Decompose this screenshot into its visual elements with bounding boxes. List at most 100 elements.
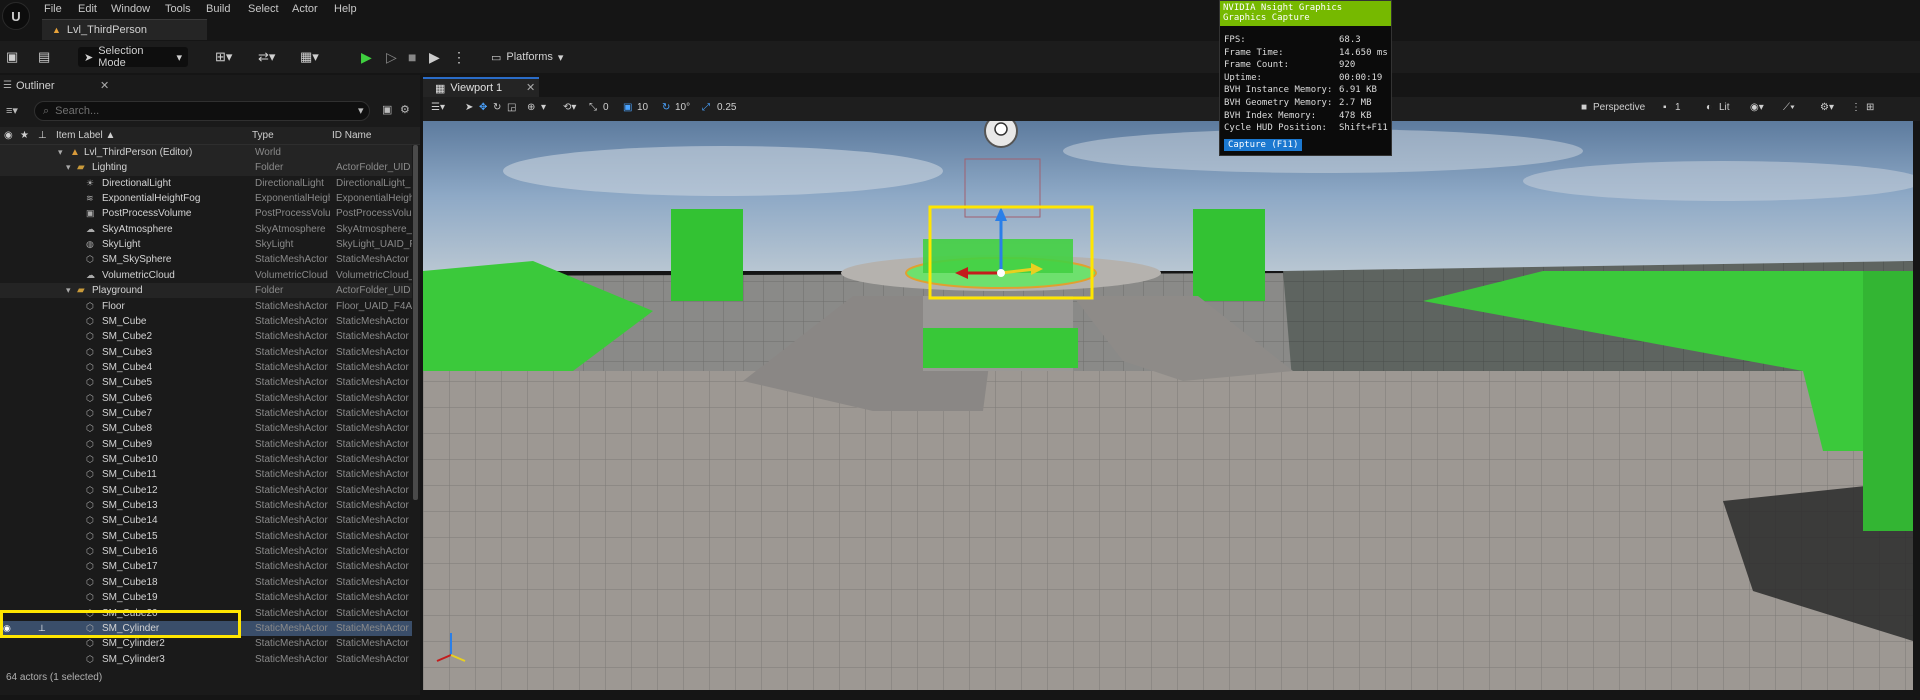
menu-help[interactable]: Help [334, 3, 357, 15]
pin-icon[interactable]: ⊥ [38, 130, 47, 141]
table-row[interactable]: ⬡ SM_Cube6 StaticMeshActor StaticMeshActor [0, 391, 412, 406]
scale-snap-icon[interactable]: ⤢ [702, 102, 710, 113]
table-row[interactable]: ☁ VolumetricCloud VolumetricCloud Volumetri… [0, 268, 412, 283]
table-row[interactable]: ☀ DirectionalLight DirectionalLight Directi… [0, 176, 412, 191]
outliner-world-row[interactable]: ▾ ▲ Lvl_ThirdPerson (Editor) World [0, 145, 412, 161]
table-row[interactable]: ⬡ SM_Cylinder3 StaticMeshActor StaticMeshAc… [0, 652, 412, 665]
menu-window[interactable]: Window [111, 3, 150, 15]
scale-snap-value[interactable]: 0.25 [717, 102, 736, 113]
column-item-label[interactable]: Item Label ▲ [56, 130, 115, 141]
gizmo-center[interactable] [997, 269, 1005, 277]
unreal-logo-icon[interactable]: U [2, 2, 30, 30]
outliner-folder-row[interactable]: ▾ ▰ Lighting Folder ActorFolder_UID [0, 160, 412, 176]
star-icon[interactable]: ★ [20, 130, 29, 141]
table-row[interactable]: ⬡ SM_Cube14 StaticMeshActor StaticMeshActor [0, 513, 412, 528]
blueprint-icon[interactable]: ⇄▾ [258, 49, 275, 65]
menu-build[interactable]: Build [206, 3, 230, 15]
play-icon[interactable]: ▶ [361, 49, 372, 66]
content-browser-icon[interactable]: ▤ [38, 49, 50, 65]
step-icon[interactable]: ▷ [386, 49, 397, 66]
chevron-down-icon[interactable]: ▾ [358, 104, 364, 117]
close-icon[interactable]: ✕ [100, 79, 109, 92]
table-row[interactable]: ⬡ SM_Cube11 StaticMeshActor StaticMeshActor [0, 467, 412, 482]
outliner-folder-row[interactable]: ▾ ▰ Playground Folder ActorFolder_UID [0, 283, 412, 299]
table-row[interactable]: ⬡ SM_Cube StaticMeshActor StaticMeshActor [0, 314, 412, 329]
menu-select[interactable]: Select [248, 3, 279, 15]
table-row[interactable]: ⬡ SM_Cube7 StaticMeshActor StaticMeshActor [0, 406, 412, 421]
chevron-down-icon[interactable]: ▾ [66, 160, 71, 175]
eject-icon[interactable]: ▶ [429, 49, 440, 66]
play-options-icon[interactable]: ⋮ [452, 49, 466, 66]
table-row[interactable]: ⬡ SM_Cube10 StaticMeshActor StaticMeshActor [0, 452, 412, 467]
angle-snap-value[interactable]: 10° [675, 102, 690, 113]
chevron-down-icon[interactable]: ▾ [66, 283, 71, 298]
table-row[interactable]: ▣ PostProcessVolume PostProcessVolu PostPro… [0, 206, 412, 221]
filter-icon[interactable]: ≡▾ [6, 104, 18, 117]
level-tab[interactable]: ▲ Lvl_ThirdPerson [42, 19, 207, 40]
more-options-icon[interactable]: ⋮ [1851, 102, 1861, 113]
table-row[interactable]: ⬡ SM_Cube18 StaticMeshActor StaticMeshActor [0, 575, 412, 590]
stop-icon[interactable]: ■ [408, 49, 416, 65]
table-row[interactable]: ⬡ SM_Cube17 StaticMeshActor StaticMeshActor [0, 559, 412, 574]
search-input[interactable]: ⌕ Search... [34, 101, 370, 121]
menu-tools[interactable]: Tools [165, 3, 191, 15]
visibility-icon[interactable]: ◉ [4, 130, 13, 141]
table-row[interactable]: ⬡ SM_SkySphere StaticMeshActor StaticMeshAc… [0, 252, 412, 267]
table-row[interactable]: ⬡ SM_Cube2 StaticMeshActor StaticMeshActor [0, 329, 412, 344]
level-viewport[interactable] [423, 121, 1913, 690]
save-icon[interactable]: ▣ [6, 49, 18, 65]
platforms-button[interactable]: ▭ Platforms ▾ [485, 47, 569, 67]
table-row[interactable]: ⬡ SM_Cube19 StaticMeshActor StaticMeshActor [0, 590, 412, 605]
table-row[interactable]: ⬡ SM_Cube16 StaticMeshActor StaticMeshActor [0, 544, 412, 559]
add-actor-icon[interactable]: ⊞▾ [215, 49, 232, 65]
table-row[interactable]: ⬡ SM_Cube3 StaticMeshActor StaticMeshActor [0, 345, 412, 360]
menu-actor[interactable]: Actor [292, 3, 318, 15]
menu-edit[interactable]: Edit [78, 3, 97, 15]
table-row[interactable]: ⬡ SM_Cube15 StaticMeshActor StaticMeshActor [0, 529, 412, 544]
world-space-icon[interactable]: ⊕ [527, 102, 535, 113]
table-row[interactable]: ⬡ SM_Cube8 StaticMeshActor StaticMeshActor [0, 421, 412, 436]
table-row[interactable]: ◍ SkyLight SkyLight SkyLight_UAID_F [0, 237, 412, 252]
perspective-dropdown[interactable]: Perspective [1593, 102, 1645, 113]
angle-snap-icon[interactable]: ↻ [662, 102, 670, 113]
viewport-tab[interactable]: ▦ Viewport 1 [423, 77, 539, 97]
drag-snap-icon[interactable]: ⤡ [589, 102, 597, 113]
select-tool-icon[interactable]: ➤ [465, 102, 473, 113]
table-row[interactable]: ≋ ExponentialHeightFog ExponentialHeigh Exp… [0, 191, 412, 206]
new-folder-icon[interactable]: ▣ [382, 103, 392, 116]
selection-mode-dropdown[interactable]: ➤ Selection Mode ▾ [78, 45, 188, 69]
view-mode-dropdown[interactable]: Lit [1719, 102, 1730, 113]
viewport-options-icon[interactable]: ☰▾ [431, 102, 445, 113]
chevron-down-icon[interactable]: ▾ [541, 102, 546, 113]
show-flags-icon[interactable]: ◉▾ [1750, 102, 1764, 113]
layout-icon[interactable]: ⊞ [1866, 102, 1874, 113]
gear-icon[interactable]: ⚙ [400, 103, 410, 116]
table-row[interactable]: ⬡ SM_Cube5 StaticMeshActor StaticMeshActor [0, 375, 412, 390]
column-id-name[interactable]: ID Name [332, 130, 371, 141]
grid-snap-value[interactable]: 10 [637, 102, 648, 113]
table-row[interactable]: ⬡ SM_Cube9 StaticMeshActor StaticMeshActor [0, 437, 412, 452]
rot-snap-value[interactable]: 0 [603, 102, 609, 113]
outliner-scrollbar[interactable] [413, 145, 418, 500]
realtime-icon[interactable]: ⟋▾ [1783, 102, 1795, 113]
table-row[interactable]: ⬡ SM_Cube12 StaticMeshActor StaticMeshActor [0, 483, 412, 498]
translate-tool-icon[interactable]: ✥ [479, 102, 487, 113]
surface-snap-icon[interactable]: ⟲▾ [563, 102, 576, 113]
chevron-down-icon[interactable]: ▾ [58, 145, 63, 160]
table-row[interactable]: ⬡ Floor StaticMeshActor Floor_UAID_F4A [0, 299, 412, 314]
grid-snap-icon[interactable]: ▣ [623, 102, 632, 113]
gear-icon[interactable]: ⚙▾ [1820, 102, 1834, 113]
column-type[interactable]: Type [252, 130, 274, 141]
cinematics-icon[interactable]: ▦▾ [300, 49, 319, 65]
camera-speed-value[interactable]: 1 [1675, 102, 1681, 113]
menu-file[interactable]: File [44, 3, 62, 15]
table-row[interactable]: ⬡ SM_Cube4 StaticMeshActor StaticMeshActor [0, 360, 412, 375]
rotate-tool-icon[interactable]: ↻ [493, 102, 501, 113]
table-row[interactable]: ☁ SkyAtmosphere SkyAtmosphere SkyAtmosphere… [0, 222, 412, 237]
table-row[interactable]: ⬡ SM_Cylinder2 StaticMeshActor StaticMeshAc… [0, 636, 412, 651]
table-row[interactable]: ⬡ SM_Cube13 StaticMeshActor StaticMeshActor [0, 498, 412, 513]
row-type: SkyAtmosphere [255, 223, 326, 235]
scale-tool-icon[interactable]: ◲ [507, 102, 516, 113]
capture-button[interactable]: Capture (F11) [1224, 139, 1303, 151]
close-icon[interactable]: ✕ [526, 81, 535, 94]
